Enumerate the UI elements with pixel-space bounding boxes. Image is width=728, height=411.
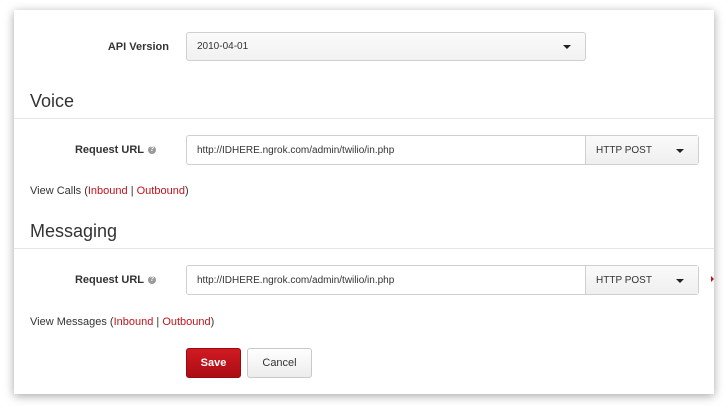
api-version-row: API Version xyxy=(14,32,169,61)
voice-section-title: Voice xyxy=(30,91,75,111)
messaging-method-value: HTTP POST xyxy=(596,274,652,286)
view-calls-outbound-link[interactable]: Outbound xyxy=(137,185,185,197)
messaging-section-title: Messaging xyxy=(30,221,118,241)
voice-url-group: HTTP POST xyxy=(186,135,699,165)
api-version-select[interactable]: 2010-04-01 xyxy=(186,32,586,61)
messaging-request-url-row: Request URL ? xyxy=(14,265,156,295)
api-version-value: 2010-04-01 xyxy=(197,41,249,52)
save-button[interactable]: Save xyxy=(186,348,241,378)
chevron-down-icon xyxy=(563,45,571,49)
cancel-button[interactable]: Cancel xyxy=(247,348,312,378)
messaging-request-url-label: Request URL xyxy=(74,274,144,286)
messaging-request-url-input[interactable] xyxy=(187,266,585,294)
messaging-method-select[interactable]: HTTP POST xyxy=(585,266,698,294)
view-messages-outbound-link[interactable]: Outbound xyxy=(162,316,210,328)
voice-request-url-row: Request URL ? xyxy=(14,135,156,165)
messaging-url-group: HTTP POST xyxy=(186,265,699,295)
api-version-label: API Version xyxy=(107,40,169,53)
voice-request-url-label-group: Request URL ? xyxy=(14,144,156,156)
link-separator: | xyxy=(153,316,163,328)
view-messages-suffix: ) xyxy=(210,316,215,328)
help-icon[interactable]: ? xyxy=(148,276,156,284)
voice-request-url-input[interactable] xyxy=(187,136,585,164)
settings-panel: API Version 2010-04-01 Voice Request URL… xyxy=(14,10,714,394)
chevron-down-icon xyxy=(676,279,684,283)
chevron-down-icon xyxy=(676,149,684,153)
view-calls-prefix: View Calls ( xyxy=(30,185,88,197)
view-calls-suffix: ) xyxy=(184,185,189,197)
view-messages-inbound-link[interactable]: Inbound xyxy=(114,316,154,328)
voice-method-value: HTTP POST xyxy=(596,144,652,156)
messaging-divider xyxy=(14,248,714,249)
view-calls-links: View Calls (Inbound | Outbound) xyxy=(30,185,189,197)
view-messages-links: View Messages (Inbound | Outbound) xyxy=(30,316,214,328)
voice-method-select[interactable]: HTTP POST xyxy=(585,136,698,164)
messaging-request-url-label-group: Request URL ? xyxy=(14,274,156,286)
caret-right-icon xyxy=(711,276,714,282)
voice-divider xyxy=(14,118,714,119)
link-separator: | xyxy=(127,185,137,197)
view-calls-inbound-link[interactable]: Inbound xyxy=(88,185,128,197)
view-messages-prefix: View Messages ( xyxy=(30,316,114,328)
help-icon[interactable]: ? xyxy=(148,146,156,154)
voice-request-url-label: Request URL xyxy=(74,144,144,156)
